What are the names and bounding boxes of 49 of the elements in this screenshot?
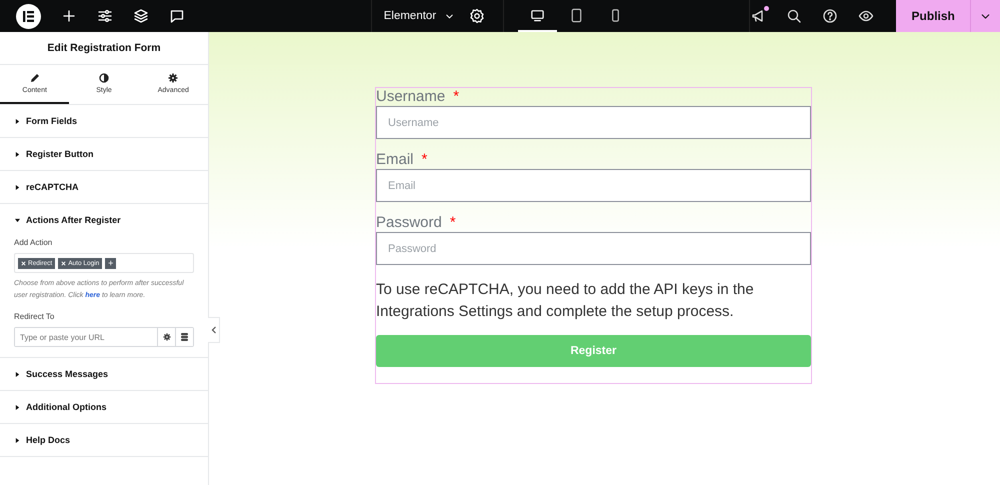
triangle-icon — [15, 404, 20, 410]
plus-icon[interactable] — [61, 8, 77, 24]
triangle-icon — [15, 438, 20, 442]
layers-icon[interactable] — [133, 8, 149, 24]
required-mark: * — [422, 151, 428, 168]
input-field[interactable]: Email — [376, 169, 811, 202]
field-label: Email — [376, 151, 414, 168]
remove-icon[interactable] — [21, 260, 26, 266]
section-header[interactable]: Register Button — [0, 138, 208, 170]
pencil-icon — [30, 73, 40, 83]
sliders-icon[interactable] — [97, 8, 113, 24]
field-label: Password — [376, 214, 442, 231]
url-field[interactable]: Type or paste your URL — [14, 327, 194, 347]
input-field[interactable]: Username — [376, 106, 811, 139]
recaptcha-notice: To use reCAPTCHA, you need to add the API keys in the Integrations Settings and complete the setup process. — [376, 280, 755, 322]
eye-icon[interactable] — [858, 8, 874, 24]
collapse-panel-button[interactable] — [208, 317, 220, 343]
search-icon[interactable] — [786, 8, 802, 24]
required-mark: * — [450, 214, 456, 231]
section-header[interactable]: Help Docs — [0, 424, 208, 456]
input-field[interactable]: Password — [376, 232, 811, 265]
database-icon[interactable] — [175, 328, 193, 346]
triangle-icon — [15, 152, 20, 156]
chevron-left-icon — [210, 326, 216, 334]
section-header[interactable]: Form Fields — [0, 105, 208, 137]
field-label: Username — [376, 88, 446, 105]
comment-icon[interactable] — [169, 8, 185, 24]
logo-icon[interactable] — [16, 4, 41, 28]
remove-icon[interactable] — [61, 260, 66, 266]
section-header[interactable]: Additional Options — [0, 391, 208, 423]
required-mark: * — [453, 88, 460, 105]
triangle-icon — [15, 218, 20, 222]
section-header[interactable]: Actions After Register — [0, 204, 208, 236]
field-label: Redirect To — [14, 312, 56, 321]
gear-icon — [168, 73, 178, 83]
add-tag-button[interactable]: + — [105, 258, 116, 268]
triangle-icon — [15, 184, 20, 190]
triangle-icon — [15, 372, 20, 376]
contrast-icon — [98, 73, 109, 83]
field-label: Add Action — [14, 238, 54, 247]
section-header[interactable]: Success Messages — [0, 358, 208, 390]
publish-button[interactable]: Publish — [896, 0, 970, 32]
site-menu[interactable]: Elementor — [384, 10, 456, 22]
help-icon[interactable] — [822, 8, 838, 24]
panel-title: Edit Registration Form — [0, 32, 208, 65]
triangle-icon — [15, 118, 20, 124]
section-header[interactable]: reCAPTCHA — [0, 171, 208, 203]
desktop-icon — [530, 8, 546, 22]
tablet-icon — [569, 8, 584, 22]
